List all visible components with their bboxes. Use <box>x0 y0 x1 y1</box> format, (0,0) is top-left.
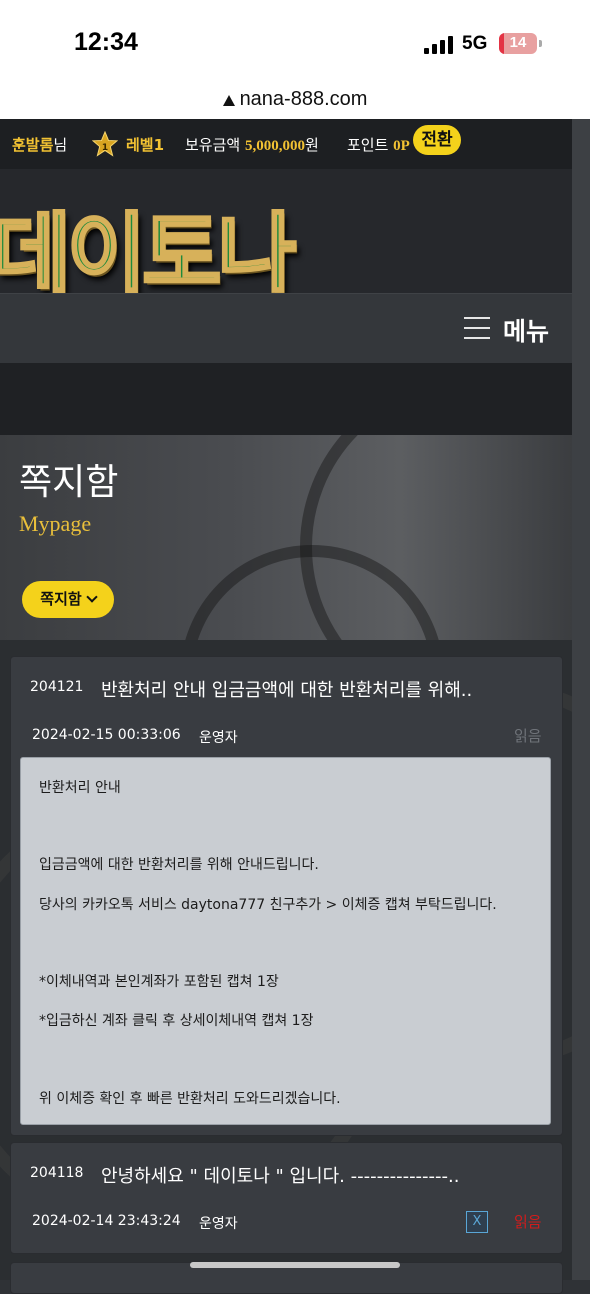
cellular-signal-icon <box>424 36 454 54</box>
message-sender: 운영자 <box>199 730 238 746</box>
message-body-line: 당사의 카카오톡 서비스 daytona777 친구추가 > 이체증 캡쳐 부탁… <box>39 897 497 913</box>
message-body-line: 입금금액에 대한 반환처리를 위해 안내드립니다. <box>39 857 319 873</box>
hamburger-icon[interactable] <box>464 315 490 341</box>
message-body: 반환처리 안내 입금금액에 대한 반환처리를 위해 안내드립니다. 당사의 카카… <box>20 757 551 1125</box>
page-title: 쪽지함 <box>19 462 119 503</box>
network-type: 5G <box>462 33 488 54</box>
browser-url-bar[interactable]: nana-888.com <box>0 86 590 119</box>
site-logo[interactable]: 데이토나 <box>0 183 298 294</box>
lock-icon <box>222 95 235 106</box>
message-body-line: *이체내역과 본인계좌가 포함된 캡쳐 1장 <box>39 974 279 990</box>
username-suffix: 님 <box>53 136 68 154</box>
message-date: 2024-02-14 23:43:24 <box>32 1213 181 1229</box>
username-value: 훈발롬 <box>12 136 54 154</box>
page-edge-strip <box>572 119 590 1280</box>
balance-value: 5,000,000 <box>244 138 305 154</box>
status-time: 12:34 <box>74 28 138 56</box>
balance: 보유금액 5,000,000원 <box>185 134 319 155</box>
message-date: 2024-02-15 00:33:06 <box>32 727 181 743</box>
username: 훈발롬님 <box>12 134 67 155</box>
url-text: nana-888.com <box>239 88 368 110</box>
chevron-down-icon <box>86 591 98 603</box>
user-info-bar: 훈발롬님 1 레벨1 보유금액 5,000,000원 포인트 0P 전환 <box>0 119 590 169</box>
message-title[interactable]: 안녕하세요 " 데이토나 " 입니다. ---------------.. <box>101 1162 459 1188</box>
battery-level: 14 <box>509 34 527 51</box>
points: 포인트 0P <box>347 134 410 155</box>
level-star-number: 1 <box>102 143 108 153</box>
message-body-line: 위 이체증 확인 후 빠른 반환처리 도와드리겠습니다. <box>39 1091 341 1107</box>
message-read-status: 읽음 <box>514 727 542 745</box>
menu-button[interactable]: 메뉴 <box>503 312 549 348</box>
convert-button[interactable]: 전환 <box>413 125 461 155</box>
message-body-line: *입금하신 계좌 클릭 후 상세이체내역 캡쳐 1장 <box>39 1013 314 1029</box>
logo-banner: 데이토나 <box>0 169 572 293</box>
battery-tip <box>539 40 542 47</box>
message-read-status: 읽음 <box>514 1213 542 1231</box>
balance-label: 보유금액 <box>185 136 245 154</box>
level-star-icon: 1 <box>92 131 118 157</box>
page-hero: 쪽지함 Mypage 쪽지함 <box>0 435 572 640</box>
message-item[interactable]: 204118 안녕하세요 " 데이토나 " 입니다. -------------… <box>10 1142 563 1254</box>
status-bar: 12:34 5G 14 <box>0 0 590 86</box>
message-id: 204118 <box>30 1165 84 1181</box>
header-spacer <box>0 363 572 435</box>
message-id: 204121 <box>30 679 84 695</box>
home-indicator[interactable] <box>190 1262 400 1268</box>
user-level: 레벨1 <box>126 136 165 154</box>
points-label: 포인트 <box>347 136 394 154</box>
points-value: 0P <box>393 138 410 154</box>
page-subtitle: Mypage <box>19 511 92 536</box>
balance-unit: 원 <box>304 136 319 154</box>
battery-icon: 14 <box>499 33 537 54</box>
menu-bar: 메뉴 <box>0 293 572 364</box>
message-body-line: 반환처리 안내 <box>39 780 121 796</box>
delete-message-button[interactable]: X <box>466 1211 488 1233</box>
message-sender: 운영자 <box>199 1216 238 1232</box>
mailbox-dropdown[interactable]: 쪽지함 <box>22 581 114 618</box>
message-title[interactable]: 반환처리 안내 입금금액에 대한 반환처리를 위해.. <box>101 676 472 702</box>
mailbox-dropdown-label: 쪽지함 <box>40 590 82 608</box>
